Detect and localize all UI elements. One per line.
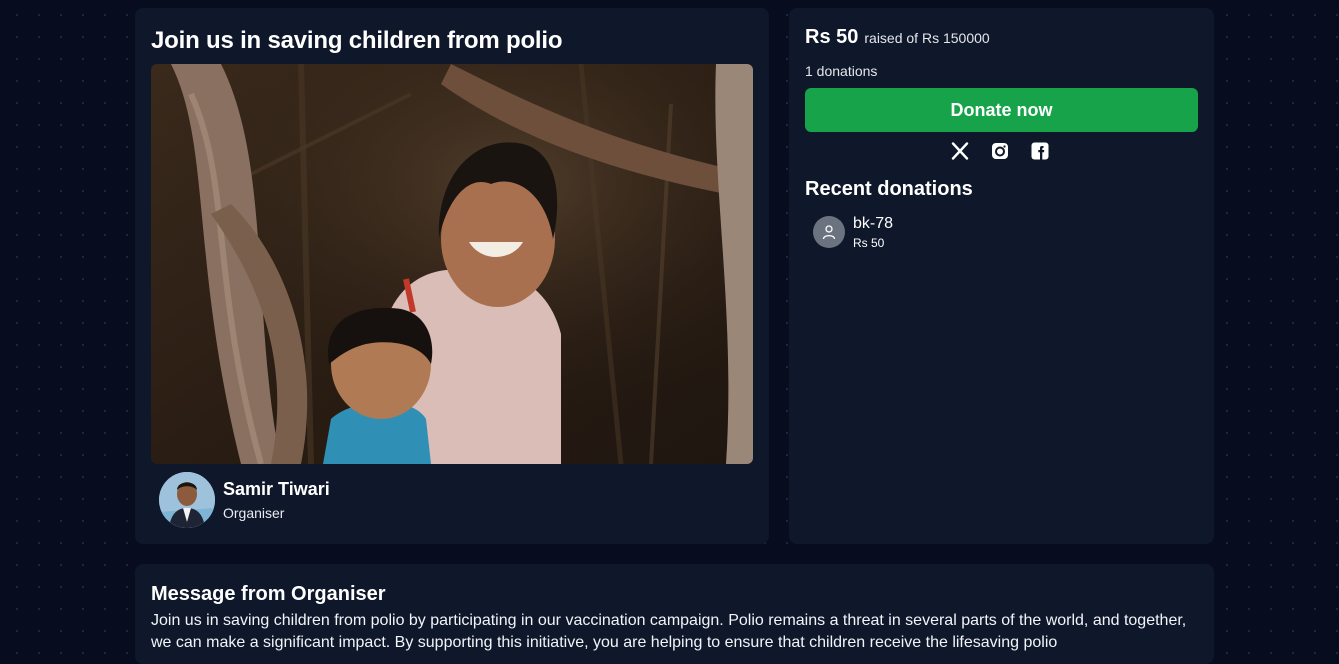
organiser-message-card: Message from Organiser Join us in saving… [135,564,1214,664]
user-icon [813,216,845,248]
recent-donations-title: Recent donations [805,178,973,200]
raised-amount: Rs 50 [805,26,859,48]
raised-summary: Rs 50 raised of Rs 150000 [805,26,990,49]
share-icons [950,141,1050,161]
organiser: Samir Tiwari Organiser [159,472,330,528]
facebook-icon[interactable] [1030,141,1050,161]
instagram-icon[interactable] [990,141,1010,161]
donor-amount: Rs 50 [853,236,885,250]
organiser-name: Samir Tiwari [223,479,330,499]
organiser-avatar [159,472,215,528]
campaign-card: Join us in saving children from polio Sa… [135,8,769,544]
donation-count: 1 donations [805,63,878,79]
campaign-title: Join us in saving children from polio [151,27,563,54]
raised-goal: raised of Rs 150000 [864,30,990,46]
donation-item: bk-78 Rs 50 [813,214,893,250]
campaign-photo [151,64,753,464]
message-body: Join us in saving children from polio by… [151,612,1187,651]
message-title: Message from Organiser [151,583,386,605]
organiser-role: Organiser [223,505,285,521]
donation-panel: Rs 50 raised of Rs 150000 1 donations Do… [789,8,1214,544]
donor-name: bk-78 [853,215,894,232]
x-twitter-icon[interactable] [950,141,970,161]
donate-now-button[interactable]: Donate now [805,88,1198,132]
